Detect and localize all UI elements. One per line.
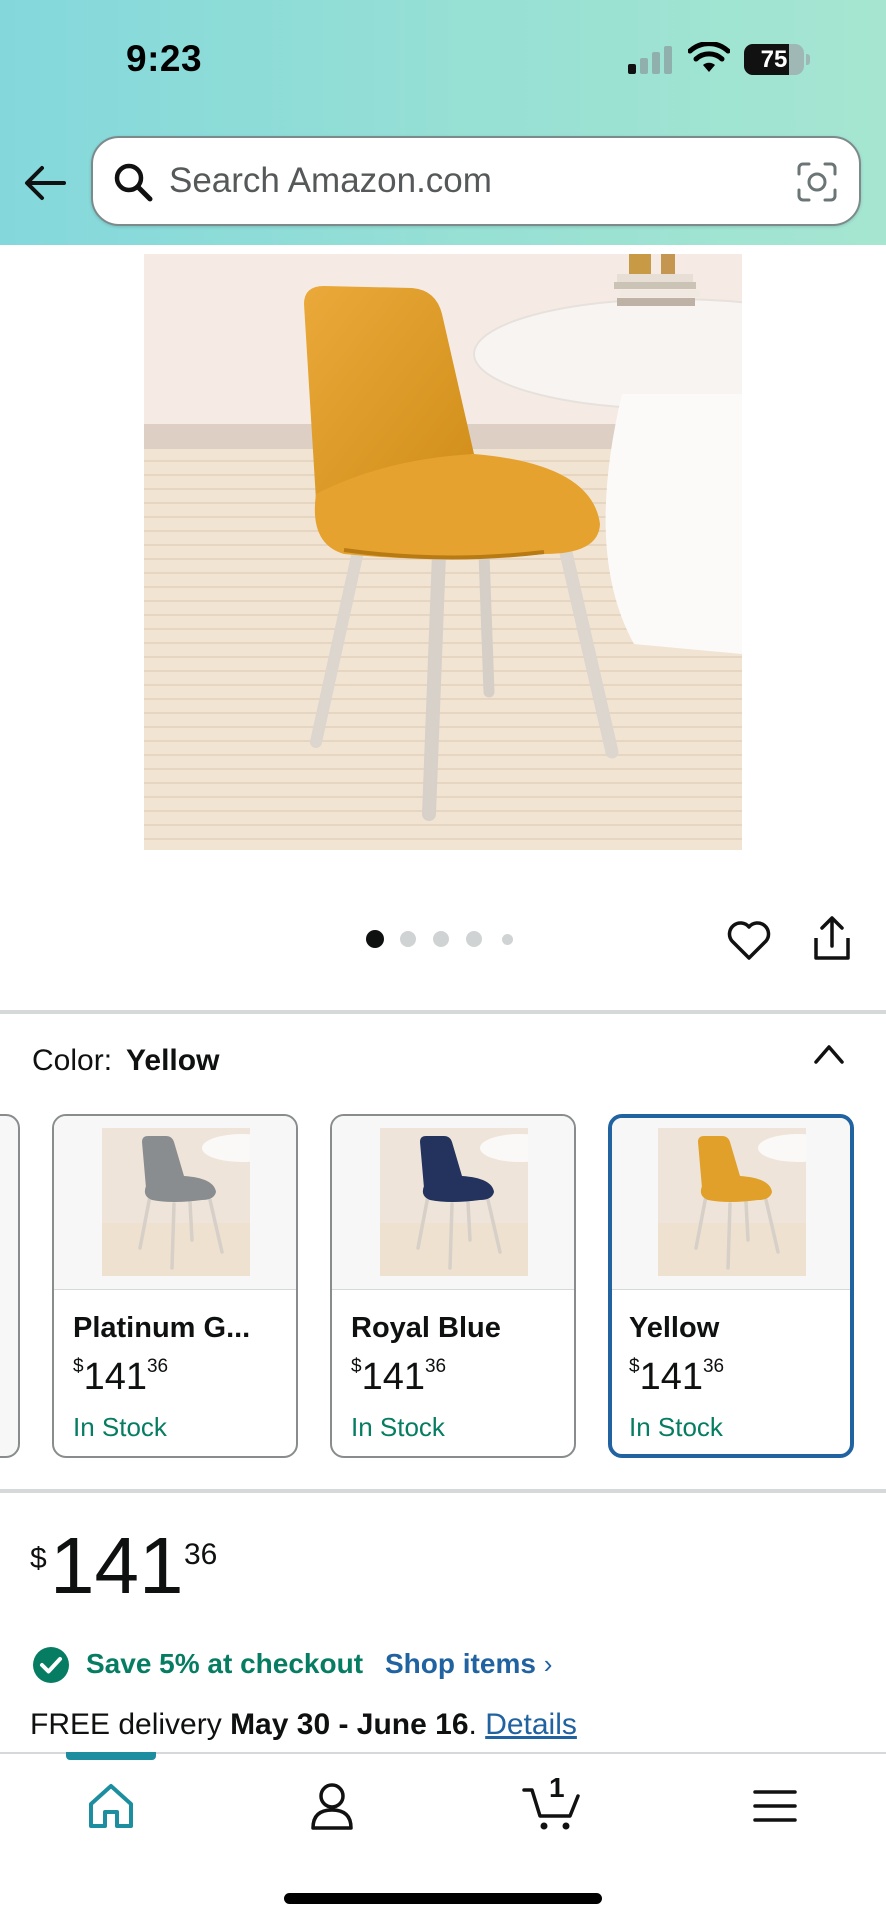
delivery-prefix: FREE delivery [30, 1708, 231, 1741]
delivery-suffix: . [468, 1708, 486, 1741]
shop-items-label: Shop items [385, 1648, 536, 1679]
price-whole: 141 [50, 1521, 184, 1610]
swatch-price: $14136 [351, 1356, 447, 1398]
chevron-right-icon: › [543, 1649, 553, 1679]
price-cents: 36 [184, 1538, 218, 1571]
divider [0, 1489, 886, 1493]
cart-count-badge: 1 [549, 1772, 565, 1803]
search-input[interactable] [169, 152, 769, 210]
swatch-price: $14136 [629, 1356, 725, 1398]
delivery-dates: May 30 - June 16 [230, 1708, 469, 1741]
selected-color-value: Yellow [126, 1044, 220, 1077]
swatch-stock: In Stock [73, 1412, 167, 1442]
home-icon[interactable] [81, 1780, 141, 1832]
color-swatch-partial[interactable] [0, 1114, 20, 1458]
wifi-icon [688, 42, 730, 72]
pager-dot[interactable] [400, 931, 416, 947]
swatch-stock: In Stock [351, 1412, 445, 1442]
check-circle-icon [33, 1647, 69, 1683]
swatch-name: Yellow [629, 1312, 720, 1344]
swatch-image-area [332, 1116, 574, 1290]
color-swatch-yellow[interactable]: Yellow $14136 In Stock [608, 1114, 854, 1458]
delivery-details-link[interactable]: Details [485, 1708, 577, 1741]
swatch-thumbnail [658, 1128, 806, 1276]
swatch-price: $14136 [73, 1356, 169, 1398]
swatch-thumbnail [102, 1128, 250, 1276]
back-arrow-icon[interactable] [22, 160, 68, 206]
swatch-stock: In Stock [629, 1412, 723, 1442]
swatch-image-area [612, 1118, 850, 1290]
color-label: Color: Yellow [32, 1044, 219, 1078]
share-icon[interactable] [812, 914, 852, 964]
swatch-name: Royal Blue [351, 1312, 501, 1344]
heart-icon[interactable] [726, 918, 772, 962]
status-time: 9:23 [126, 38, 203, 79]
save-offer-text: Save 5% at checkout [86, 1648, 364, 1679]
nav-active-indicator [66, 1752, 156, 1760]
battery-icon: 75 [744, 44, 810, 75]
account-icon[interactable] [302, 1780, 362, 1832]
swatch-thumbnail [380, 1128, 528, 1276]
search-icon [114, 163, 153, 202]
divider [0, 1010, 886, 1014]
shop-items-link[interactable]: Shop items › [385, 1648, 552, 1680]
pager-dot[interactable] [466, 931, 482, 947]
camera-scan-icon[interactable] [795, 160, 839, 204]
battery-level: 75 [760, 46, 788, 73]
price-currency: $ [30, 1542, 47, 1575]
cellular-signal-icon [628, 46, 672, 74]
delivery-info: FREE delivery May 30 - June 16. Details [30, 1708, 577, 1742]
product-image[interactable] [144, 254, 742, 850]
pager-dot[interactable] [501, 933, 513, 945]
pager-dot[interactable] [366, 930, 384, 948]
menu-icon[interactable] [745, 1780, 805, 1832]
color-label-text: Color: [32, 1044, 113, 1077]
search-bar[interactable] [91, 136, 861, 226]
header: 9:23 75 [0, 0, 886, 245]
chevron-up-icon[interactable] [812, 1040, 846, 1066]
swatch-image-area [54, 1116, 296, 1290]
home-indicator [284, 1893, 602, 1904]
color-swatch-platinum-gray[interactable]: Platinum G... $14136 In Stock [52, 1114, 298, 1458]
pager-dot[interactable] [433, 931, 449, 947]
swatch-name: Platinum G... [73, 1312, 251, 1344]
color-swatch-royal-blue[interactable]: Royal Blue $14136 In Stock [330, 1114, 576, 1458]
